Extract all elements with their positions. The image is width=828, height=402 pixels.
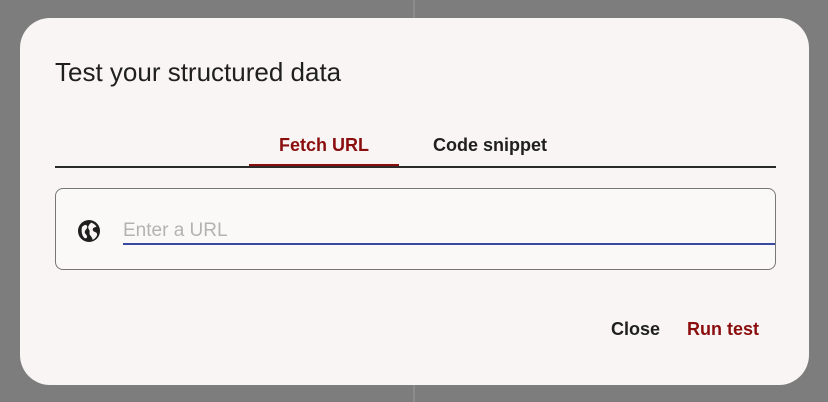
close-button[interactable]: Close [611, 315, 660, 343]
dialog-actions: Close Run test [611, 315, 759, 343]
tab-fetch-url[interactable]: Fetch URL [249, 122, 399, 168]
url-field-container [55, 188, 776, 270]
tab-code-snippet-label: Code snippet [432, 134, 547, 155]
run-test-button[interactable]: Run test [687, 315, 759, 343]
tab-code-snippet[interactable]: Code snippet [417, 122, 563, 168]
tabs-divider [55, 166, 776, 168]
tab-bar: Fetch URL Code snippet [55, 122, 776, 168]
test-structured-data-dialog: Test your structured data Fetch URL Code… [20, 18, 809, 385]
dialog-title: Test your structured data [55, 57, 342, 87]
globe-icon [77, 219, 101, 243]
tab-fetch-url-label: Fetch URL [279, 134, 369, 155]
url-input[interactable] [123, 213, 775, 245]
